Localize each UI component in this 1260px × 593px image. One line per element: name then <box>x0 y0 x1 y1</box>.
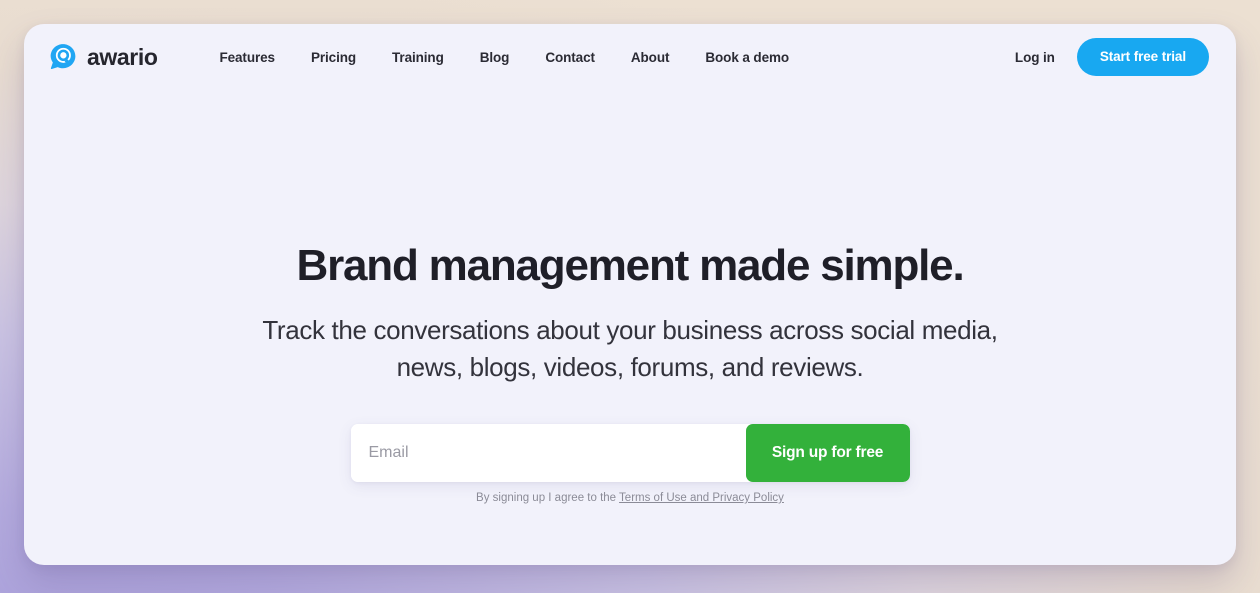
nav-item-features[interactable]: Features <box>201 42 292 73</box>
header-actions: Log in Start free trial <box>1015 38 1209 76</box>
sign-up-for-free-button[interactable]: Sign up for free <box>745 424 910 483</box>
hero-title: Brand management made simple. <box>296 241 965 290</box>
page-card: awario Features Pricing Training Blog Co… <box>24 24 1236 565</box>
start-free-trial-button[interactable]: Start free trial <box>1076 38 1209 76</box>
hero-subtitle: Track the conversations about your busin… <box>24 312 1236 386</box>
nav-item-training[interactable]: Training <box>374 42 462 73</box>
awario-speech-bubble-search-icon <box>50 44 76 70</box>
legal-disclaimer: By signing up I agree to the Terms of Us… <box>24 492 1236 504</box>
site-header: awario Features Pricing Training Blog Co… <box>24 24 1236 90</box>
nav-item-pricing[interactable]: Pricing <box>293 42 374 73</box>
main-nav: Features Pricing Training Blog Contact A… <box>201 42 807 73</box>
nav-item-contact[interactable]: Contact <box>527 42 613 73</box>
log-in-link[interactable]: Log in <box>1015 50 1055 65</box>
signup-wrapper: Sign up for free <box>24 424 1236 483</box>
nav-item-about[interactable]: About <box>613 42 687 73</box>
signup-form: Sign up for free <box>350 424 910 483</box>
hero-subtitle-line-2: news, blogs, videos, forums, and reviews… <box>396 352 864 383</box>
brand-logo[interactable]: awario <box>48 42 158 72</box>
nav-item-book-a-demo[interactable]: Book a demo <box>687 42 807 73</box>
brand-name: awario <box>87 43 158 70</box>
email-input[interactable] <box>350 424 746 483</box>
hero-section: Brand management made simple. Track the … <box>24 90 1236 504</box>
terms-and-privacy-link[interactable]: Terms of Use and Privacy Policy <box>619 492 784 504</box>
hero-subtitle-line-1: Track the conversations about your busin… <box>262 315 998 346</box>
legal-text: By signing up I agree to the <box>476 492 620 505</box>
nav-item-blog[interactable]: Blog <box>462 42 528 73</box>
